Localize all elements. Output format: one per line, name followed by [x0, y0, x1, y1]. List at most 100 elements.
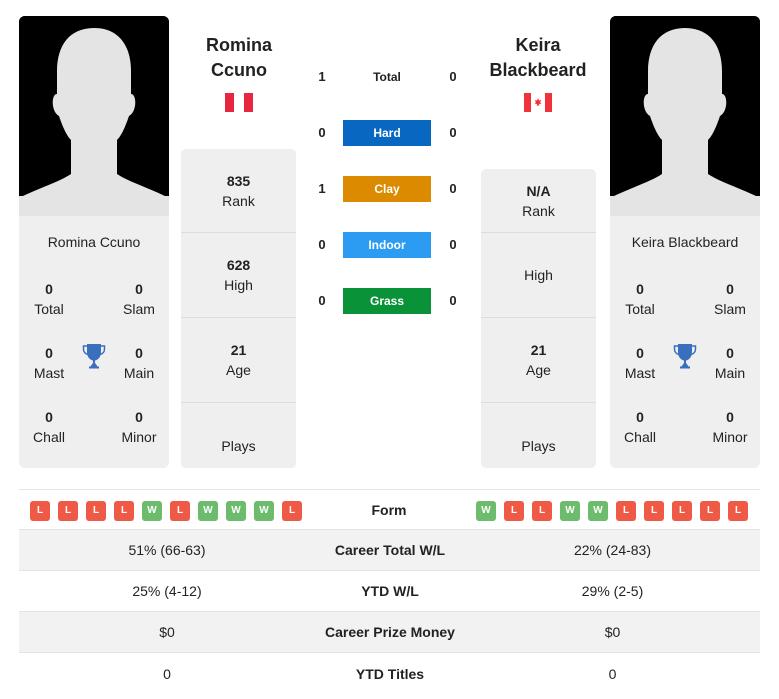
stat-right-value: 0	[608, 665, 617, 682]
h2h-right-count: 0	[449, 237, 457, 252]
player-header-right: Keira Blackbeard	[473, 33, 603, 117]
titles-slam-label: Slam	[714, 301, 746, 317]
high-value: 628	[226, 257, 251, 273]
h2h-right-count: 0	[449, 69, 457, 84]
titles-chall-value: 0	[45, 409, 53, 425]
h2h-left-count: 0	[318, 293, 326, 308]
form-badge-loss[interactable]: L	[58, 501, 78, 521]
player-last-name: Blackbeard	[489, 60, 587, 80]
form-badge-win[interactable]: W	[254, 501, 274, 521]
h2h-row-grass: 0 Grass 0	[305, 288, 475, 314]
form-badge-loss[interactable]: L	[504, 501, 524, 521]
player-info-left: 835 Rank 628 High 21 Age Plays	[181, 149, 296, 468]
form-badge-win[interactable]: W	[226, 501, 246, 521]
stat-right-value: 22% (24-83)	[573, 542, 652, 558]
titles-mast-left: 0 Mast	[19, 343, 79, 383]
form-badge-loss[interactable]: L	[114, 501, 134, 521]
rank-label: Rank	[222, 192, 255, 209]
age-value: 21	[530, 342, 547, 358]
stat-left-value: $0	[159, 624, 175, 640]
h2h-surface-hard[interactable]: Hard	[343, 120, 431, 146]
titles-minor-right: 0 Minor	[700, 407, 760, 447]
form-badge-loss[interactable]: L	[170, 501, 190, 521]
h2h-surface-clay[interactable]: Clay	[343, 176, 431, 202]
stat-row: 25% (4-12) YTD W/L 29% (2-5)	[19, 571, 760, 612]
player-name-left[interactable]: Romina Ccuno	[174, 33, 304, 83]
form-badge-win[interactable]: W	[476, 501, 496, 521]
stat-label: YTD W/L	[361, 583, 419, 599]
form-badge-loss[interactable]: L	[700, 501, 720, 521]
peru-flag-icon	[225, 93, 253, 112]
plays-label: Plays	[521, 437, 556, 454]
stat-label: YTD Titles	[355, 665, 425, 682]
player-card-name-right: Keira Blackbeard	[631, 234, 739, 250]
form-badges-right: WLLWWLLLLL	[476, 501, 748, 521]
player-name-right[interactable]: Keira Blackbeard	[473, 33, 603, 83]
titles-total-label: Total	[34, 301, 64, 317]
h2h-surface-indoor[interactable]: Indoor	[343, 232, 431, 258]
titles-main-left: 0 Main	[109, 343, 169, 383]
form-badge-loss[interactable]: L	[30, 501, 50, 521]
stat-right-value: 29% (2-5)	[581, 583, 644, 599]
titles-grid-left: 0 Total 0 Slam 0 Mast 0 Main 0 Chall 0 M…	[19, 279, 169, 459]
form-badge-loss[interactable]: L	[616, 501, 636, 521]
form-badge-loss[interactable]: L	[728, 501, 748, 521]
player-info-right: N/A Rank High 21 Age Plays	[481, 169, 596, 468]
info-high-left: 628 High	[181, 233, 296, 318]
canada-flag-icon	[524, 93, 552, 112]
titles-main-value: 0	[135, 345, 143, 361]
titles-total-value: 0	[636, 281, 644, 297]
h2h-right-count: 0	[449, 293, 457, 308]
titles-chall-right: 0 Chall	[610, 407, 670, 447]
titles-mast-value: 0	[45, 345, 53, 361]
h2h-row-total: 1 Total 0	[305, 64, 475, 90]
titles-main-label: Main	[714, 365, 746, 381]
h2h-surface-grass[interactable]: Grass	[343, 288, 431, 314]
titles-main-right: 0 Main	[700, 343, 760, 383]
titles-minor-value: 0	[726, 409, 734, 425]
trophy-icon	[673, 344, 697, 369]
info-rank-left: 835 Rank	[181, 149, 296, 233]
form-badge-win[interactable]: W	[142, 501, 162, 521]
form-badges-left: LLLLWLWWWL	[30, 501, 302, 521]
form-badge-win[interactable]: W	[588, 501, 608, 521]
player-header-left: Romina Ccuno	[174, 33, 304, 117]
form-badge-loss[interactable]: L	[532, 501, 552, 521]
h2h-row-hard: 0 Hard 0	[305, 120, 475, 146]
h2h-left-count: 0	[318, 125, 326, 140]
h2h-row-indoor: 0 Indoor 0	[305, 232, 475, 258]
form-badge-loss[interactable]: L	[672, 501, 692, 521]
player-card-left: Romina Ccuno 0 Total 0 Slam 0 Mast 0 Mai…	[19, 16, 169, 468]
titles-minor-value: 0	[135, 409, 143, 425]
stat-row: 51% (66-63) Career Total W/L 22% (24-83)	[19, 530, 760, 571]
titles-chall-label: Chall	[624, 429, 656, 445]
h2h-right-count: 0	[449, 125, 457, 140]
silhouette-icon	[610, 16, 760, 216]
info-plays-left: Plays	[181, 403, 296, 468]
titles-slam-value: 0	[135, 281, 143, 297]
h2h-left-count: 0	[318, 237, 326, 252]
rank-value: 835	[226, 172, 251, 189]
info-rank-right: N/A Rank	[481, 169, 596, 233]
titles-minor-label: Minor	[121, 429, 157, 445]
rank-label: Rank	[522, 202, 555, 219]
form-badge-loss[interactable]: L	[282, 501, 302, 521]
info-age-left: 21 Age	[181, 318, 296, 403]
titles-grid-right: 0 Total 0 Slam 0 Mast 0 Main 0 Chall 0 M…	[610, 279, 760, 459]
form-badge-win[interactable]: W	[560, 501, 580, 521]
stat-left-value: 25% (4-12)	[132, 583, 202, 599]
titles-main-value: 0	[726, 345, 734, 361]
form-badge-loss[interactable]: L	[86, 501, 106, 521]
form-badge-win[interactable]: W	[198, 501, 218, 521]
info-high-right: High	[481, 233, 596, 318]
titles-minor-label: Minor	[712, 429, 748, 445]
form-badge-loss[interactable]: L	[644, 501, 664, 521]
age-label: Age	[526, 362, 551, 378]
titles-chall-value: 0	[636, 409, 644, 425]
form-label: Form	[371, 502, 407, 518]
info-age-right: 21 Age	[481, 318, 596, 403]
h2h-row-clay: 1 Clay 0	[305, 176, 475, 202]
plays-label: Plays	[221, 437, 256, 454]
h2h-right-count: 0	[449, 181, 457, 196]
h2h-left-count: 1	[318, 181, 326, 196]
